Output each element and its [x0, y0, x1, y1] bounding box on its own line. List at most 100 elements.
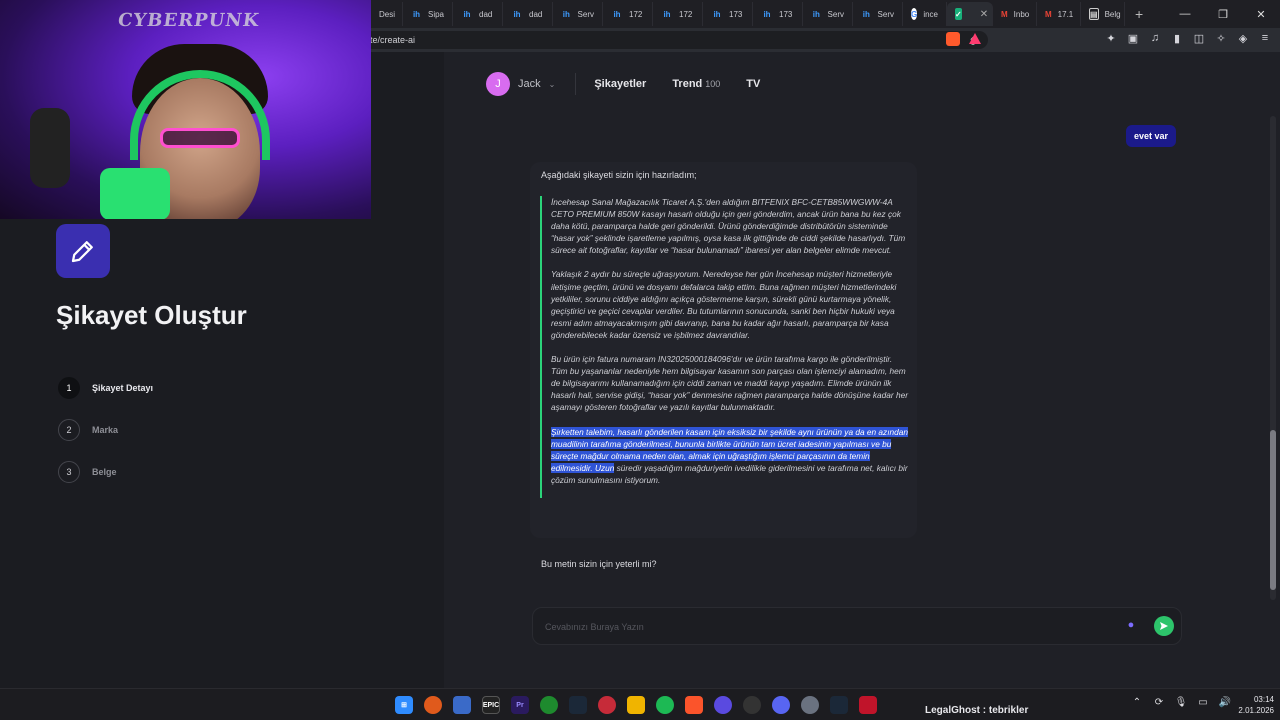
clock-date: 2.01.2026 — [1238, 706, 1274, 715]
pencil-icon — [71, 241, 93, 263]
tab-label: Belg — [1104, 9, 1121, 19]
browser-tab-active[interactable]: ✓ ✕ — [947, 2, 993, 26]
browser-tab[interactable]: ih Serv — [853, 2, 903, 26]
chevron-up-icon[interactable]: ⌃ — [1130, 697, 1144, 708]
send-arrow-icon — [1160, 622, 1168, 630]
clock-time: 03:14 — [1253, 695, 1274, 704]
ih-icon: ih — [613, 9, 621, 19]
nav-link-complaints[interactable]: Şikayetler — [594, 78, 646, 90]
new-tab-icon[interactable]: + — [1125, 6, 1153, 22]
user-message-bubble: evet var — [1126, 125, 1177, 147]
windows-start-icon[interactable]: ⊞ — [395, 696, 413, 714]
recorder-icon[interactable] — [598, 696, 616, 714]
browser-tab[interactable]: ih Serv — [553, 2, 603, 26]
spotify-icon[interactable] — [656, 696, 674, 714]
browser-tab[interactable]: ih 173 — [753, 2, 803, 26]
nav-link-trend[interactable]: Trend 100 — [672, 78, 720, 90]
nav-link-tv[interactable]: TV — [746, 78, 760, 90]
file-explorer-icon[interactable] — [627, 696, 645, 714]
draft-paragraph: İncehesap Sanal Mağazacılık Ticaret A.Ş.… — [551, 197, 906, 256]
system-tray: ⌃ ⟳ 🎙 ▭ 🔊 — [1130, 697, 1232, 708]
scrollbar[interactable] — [1270, 116, 1276, 600]
system-clock[interactable]: 03:14 2.01.2026 — [1232, 694, 1274, 716]
username[interactable]: Jack — [518, 78, 541, 90]
tab-label: 173 — [729, 9, 743, 19]
tab-label: ince — [923, 9, 938, 19]
microphone-icon[interactable]: ● — [1125, 619, 1137, 633]
network-icon[interactable]: ▭ — [1196, 697, 1210, 708]
sync-icon[interactable]: ⟳ — [1152, 697, 1166, 708]
check-icon: ✓ — [955, 8, 962, 20]
ai-intro-text: Aşağıdaki şikayeti sizin için hazırladım… — [541, 170, 697, 180]
steam-icon-2[interactable] — [830, 696, 848, 714]
scrollbar-thumb[interactable] — [1270, 430, 1276, 590]
firefox-icon[interactable] — [424, 696, 442, 714]
wallet-icon[interactable]: ◫ — [1192, 32, 1206, 45]
minimize-icon[interactable]: — — [1166, 8, 1204, 20]
draft-paragraph: Bu ürün için fatura numaram IN3202500018… — [551, 354, 908, 413]
reply-input[interactable] — [545, 618, 1105, 636]
music-icon[interactable]: ♫ — [1148, 32, 1162, 45]
browser-tab[interactable]: Desi — [371, 2, 403, 26]
maximize-icon[interactable]: ❐ — [1204, 8, 1242, 21]
browser-tab[interactable]: ih Serv — [803, 2, 853, 26]
volume-icon[interactable]: 🔊 — [1218, 697, 1232, 708]
avatar[interactable]: J — [486, 72, 510, 96]
browser-tab[interactable]: ih 172 — [653, 2, 703, 26]
screenshot-icon[interactable]: ▣ — [1126, 32, 1140, 45]
tab-label: 172 — [629, 9, 643, 19]
google-icon: G — [911, 8, 918, 20]
mic-tray-icon[interactable]: 🎙 — [1174, 697, 1188, 708]
browser-tab[interactable]: M Inbo — [993, 2, 1037, 26]
extension-toolbar: ✦ ▣ ♫ ▮ ◫ ✧ ◈ ≡ — [1104, 32, 1272, 45]
ih-icon: ih — [862, 9, 870, 19]
ih-icon: ih — [763, 9, 771, 19]
close-window-icon[interactable]: ✕ — [1242, 8, 1280, 21]
brave-shields-icon[interactable] — [946, 32, 960, 46]
browser-tab[interactable]: M 17.1 — [1037, 2, 1081, 26]
chevron-down-icon[interactable]: ⌄ — [549, 80, 556, 89]
ai-icon[interactable]: ✧ — [1214, 32, 1228, 45]
send-button[interactable] — [1154, 616, 1174, 636]
browser-tab[interactable]: ih 173 — [703, 2, 753, 26]
browser-tab[interactable]: ih dad — [503, 2, 553, 26]
vpn-icon[interactable]: ◈ — [1236, 32, 1250, 45]
discord-icon[interactable] — [772, 696, 790, 714]
monitor-app-icon[interactable] — [453, 696, 471, 714]
close-tab-icon[interactable]: ✕ — [980, 9, 988, 20]
trend-count: 100 — [705, 79, 721, 89]
step-number: 1 — [58, 377, 80, 399]
webcam-overlay: CYBERPUNK — [0, 0, 371, 219]
step-detail[interactable]: 1 Şikayet Detayı — [58, 377, 153, 399]
brave-rewards-icon[interactable] — [969, 33, 981, 44]
ih-icon: ih — [412, 9, 421, 19]
sidebar-icon[interactable]: ▮ — [1170, 32, 1184, 45]
browser-tab[interactable]: ih dad — [453, 2, 503, 26]
taskbar-apps: ⊞ EPIC Pr — [395, 696, 877, 714]
red-app-icon[interactable] — [859, 696, 877, 714]
xbox-icon[interactable] — [540, 696, 558, 714]
extensions-icon[interactable]: ✦ — [1104, 32, 1118, 45]
tab-label: Sipa — [427, 9, 444, 19]
premiere-icon[interactable]: Pr — [511, 696, 529, 714]
browser-tab[interactable]: G ince — [903, 2, 947, 26]
menu-icon[interactable]: ≡ — [1258, 32, 1272, 45]
step-document[interactable]: 3 Belge — [58, 461, 117, 483]
step-brand[interactable]: 2 Marka — [58, 419, 118, 441]
brave-taskbar-icon[interactable] — [685, 696, 703, 714]
settings-gear-icon[interactable] — [801, 696, 819, 714]
ih-icon: ih — [513, 9, 521, 19]
glasses — [160, 128, 240, 148]
epic-games-icon[interactable]: EPIC — [482, 696, 500, 714]
tab-label: 173 — [779, 9, 793, 19]
browser-tab[interactable]: ih Sipa — [403, 2, 453, 26]
browser-tab[interactable]: ih 172 — [603, 2, 653, 26]
step-label: Şikayet Detayı — [92, 383, 154, 393]
browser-tab[interactable]: ▤ Belg — [1081, 2, 1125, 26]
ih-icon: ih — [663, 9, 671, 19]
steam-icon[interactable] — [569, 696, 587, 714]
circle-app-icon[interactable] — [714, 696, 732, 714]
obs-icon[interactable] — [743, 696, 761, 714]
tab-label: Serv — [877, 9, 894, 19]
url-field[interactable]: te/create-ai ⇪ — [364, 31, 988, 49]
